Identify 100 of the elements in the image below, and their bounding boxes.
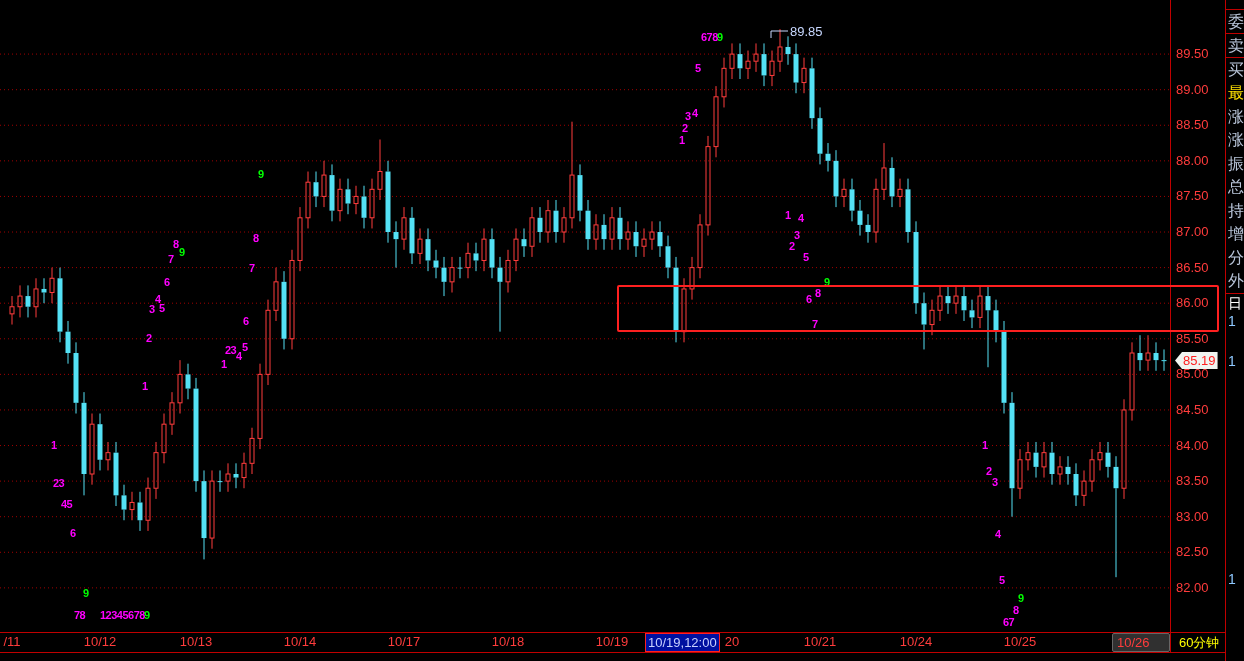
candle: [929, 299, 935, 336]
sequence-number: 6: [70, 527, 76, 539]
candle: [921, 292, 927, 350]
candle: [353, 185, 359, 215]
candle: [577, 163, 583, 222]
candle: [465, 242, 471, 279]
candle: [1049, 441, 1055, 486]
sequence-number: 45: [61, 498, 73, 510]
candle: [113, 441, 119, 507]
candle: [153, 441, 159, 500]
price-tick: 85.50: [1176, 330, 1209, 347]
sequence-number: 678: [701, 31, 718, 43]
candle: [761, 42, 767, 87]
sequence-number: 1: [785, 209, 791, 221]
candle: [1065, 455, 1071, 486]
side-panel-label: 1: [1227, 312, 1237, 329]
sequence-number: 9: [258, 168, 264, 180]
date-label: 10/13: [179, 633, 213, 651]
date-label: 20: [724, 633, 740, 651]
candle: [537, 206, 543, 244]
sequence-number: 1: [51, 439, 57, 451]
candle: [721, 57, 727, 108]
sequence-number: 3: [992, 476, 998, 488]
candle: [505, 249, 511, 293]
price-tick: 87.00: [1176, 224, 1209, 240]
leader-line: [770, 30, 789, 39]
sequence-number: 8: [815, 287, 821, 299]
candle: [977, 284, 983, 329]
candle: [137, 491, 143, 532]
candle: [753, 42, 759, 73]
candle: [881, 142, 887, 201]
side-panel-label: 涨: [1227, 106, 1244, 127]
candle: [25, 284, 31, 318]
candle: [41, 277, 47, 304]
candle: [1145, 334, 1151, 372]
candle: [1161, 348, 1167, 372]
candle: [857, 199, 863, 237]
candle: [1097, 441, 1103, 471]
date-label: 10/12: [83, 633, 117, 651]
candle: [1089, 448, 1095, 493]
sequence-number: 6: [806, 293, 812, 305]
date-label: 10/17: [387, 633, 421, 651]
last-price-tag: 85.19: [1175, 352, 1218, 369]
candle: [593, 213, 599, 251]
candle: [233, 462, 239, 489]
sequence-number: 6: [164, 276, 170, 288]
date-label: 10/19: [595, 633, 629, 651]
candle: [897, 178, 903, 208]
sequence-number: 8: [253, 232, 259, 244]
date-label: /11: [3, 633, 21, 651]
date-label: 10/26: [1112, 633, 1170, 652]
side-panel-label: 买: [1226, 57, 1244, 81]
candle: [529, 206, 535, 258]
candle: [601, 213, 607, 251]
price-tick: 86.00: [1176, 295, 1209, 312]
sequence-number: 5: [242, 341, 248, 353]
candle: [521, 227, 527, 258]
candle: [1033, 441, 1039, 479]
date-label: 10/21: [803, 633, 837, 651]
candle: [441, 256, 447, 297]
candle: [321, 160, 327, 208]
sequence-number: 12345678: [100, 609, 145, 621]
sequence-number: 5: [159, 302, 165, 314]
sequence-number: 1: [221, 358, 227, 370]
side-panel-label: 增: [1227, 224, 1244, 244]
candle: [345, 178, 351, 215]
sequence-number: 5: [695, 62, 701, 74]
sequence-number: 4: [236, 350, 242, 362]
sequence-number: 9: [179, 246, 185, 258]
candle: [369, 178, 375, 229]
candle: [633, 220, 639, 258]
side-panel-label: 卖: [1226, 33, 1244, 57]
sequence-number: 5: [803, 251, 809, 263]
candle: [273, 267, 279, 322]
candle: [473, 242, 479, 272]
sequence-number: 9: [83, 587, 89, 599]
candle: [1081, 469, 1087, 507]
candle: [169, 391, 175, 436]
price-tick: 89.50: [1176, 46, 1209, 63]
sequence-number: 8: [173, 238, 179, 250]
candle: [561, 206, 567, 244]
date-label: 10/24: [899, 633, 933, 651]
price-tick: 83.00: [1176, 508, 1209, 525]
sequence-number: 8: [1013, 604, 1019, 616]
candle: [361, 185, 367, 229]
candle: [249, 427, 255, 475]
candle: [737, 42, 743, 80]
side-panel-label: 日: [1226, 292, 1244, 311]
price-tick: 88.00: [1176, 152, 1209, 169]
sequence-number: 2: [789, 240, 795, 252]
side-panel-label: 1: [1227, 570, 1237, 587]
candle: [993, 299, 999, 343]
candle: [777, 28, 783, 73]
candle: [49, 267, 55, 304]
sequence-number: 3: [794, 229, 800, 241]
candle: [457, 256, 463, 279]
candle: [1041, 441, 1047, 479]
candle: [337, 178, 343, 222]
cursor-time-label: 10/19,12:00: [645, 633, 720, 652]
candle: [905, 178, 911, 244]
